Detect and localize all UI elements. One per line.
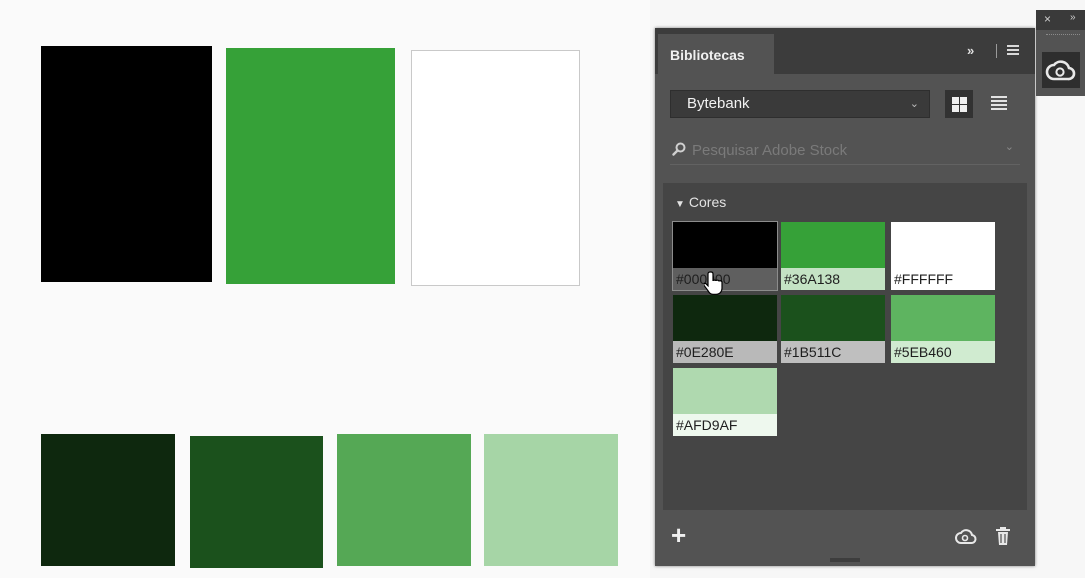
color-tile-swatch <box>781 295 885 341</box>
color-tile-label: #36A138 <box>781 268 885 290</box>
tab-bibliotecas[interactable]: Bibliotecas <box>658 34 774 74</box>
color-tile-label: #FFFFFF <box>891 268 995 290</box>
chevron-down-icon: ⌄ <box>909 98 919 110</box>
color-tile[interactable]: #0E280E <box>673 295 777 363</box>
color-tile-swatch <box>891 222 995 268</box>
search-input[interactable] <box>692 140 992 160</box>
artboard-swatch-white[interactable] <box>411 50 580 286</box>
color-tile-swatch <box>891 295 995 341</box>
add-button[interactable]: + <box>671 520 686 551</box>
creative-cloud-icon <box>1045 60 1076 81</box>
color-tile[interactable]: #AFD9AF <box>673 368 777 436</box>
collapsed-dock: × » <box>1036 10 1085 96</box>
artboard-swatch-mid[interactable] <box>337 434 471 566</box>
panel-menu-icon[interactable] <box>1007 45 1019 55</box>
panel-tab-bar: Bibliotecas » <box>655 28 1035 74</box>
triangle-down-icon: ▼ <box>675 199 685 210</box>
trash-icon[interactable] <box>995 526 1011 546</box>
expand-dock-icon[interactable]: » <box>1070 12 1076 23</box>
panel-footer: + <box>655 510 1035 566</box>
creative-cloud-icon[interactable] <box>955 528 977 546</box>
grid-view-button[interactable] <box>945 90 973 118</box>
artboard-swatch-dark-1[interactable] <box>41 434 175 566</box>
color-tile-label: #AFD9AF <box>673 414 777 436</box>
color-tile-label: #0E280E <box>673 341 777 363</box>
resize-grip[interactable] <box>830 558 860 562</box>
section-title: Cores <box>688 194 727 210</box>
artboard-swatch-green[interactable] <box>226 48 395 284</box>
search-chevron-icon[interactable]: ⌄ <box>1005 140 1014 153</box>
color-tile[interactable]: #FFFFFF <box>891 222 995 290</box>
color-tile-label: #5EB460 <box>891 341 995 363</box>
list-view-button[interactable] <box>991 96 1007 112</box>
library-content: ▼ Cores #000000 #36A138 #FFFFFF #0E280E #1B51… <box>663 183 1027 510</box>
color-tile[interactable]: #5EB460 <box>891 295 995 363</box>
color-tile-label: #1B511C <box>781 341 885 363</box>
artboard-swatch-light[interactable] <box>484 434 618 566</box>
close-icon[interactable]: × <box>1044 12 1051 26</box>
library-select-value: Bytebank <box>687 95 750 112</box>
dock-grip[interactable] <box>1046 34 1080 38</box>
panel-overflow-button[interactable]: » <box>967 43 974 58</box>
section-header-cores[interactable]: ▼ Cores <box>675 194 726 210</box>
dock-header: × » <box>1036 10 1085 30</box>
library-select[interactable]: Bytebank ⌄ <box>670 90 930 118</box>
color-tile-swatch <box>781 222 885 268</box>
hand-cursor-icon <box>704 271 723 295</box>
tab-divider <box>996 44 997 58</box>
libraries-panel: Bibliotecas » Bytebank ⌄ ⌄ ▼Cores #00000… <box>655 28 1035 566</box>
color-tile-swatch <box>673 222 777 268</box>
artboard <box>0 0 650 578</box>
stock-search: ⌄ <box>670 136 1020 165</box>
libraries-dock-button[interactable] <box>1042 52 1080 88</box>
color-tile[interactable]: #1B511C <box>781 295 885 363</box>
color-tile-swatch <box>673 295 777 341</box>
color-tile-swatch <box>673 368 777 414</box>
search-icon <box>672 142 686 156</box>
artboard-swatch-black[interactable] <box>41 46 212 282</box>
color-tile[interactable]: #36A138 <box>781 222 885 290</box>
artboard-swatch-dark-2[interactable] <box>190 436 323 568</box>
